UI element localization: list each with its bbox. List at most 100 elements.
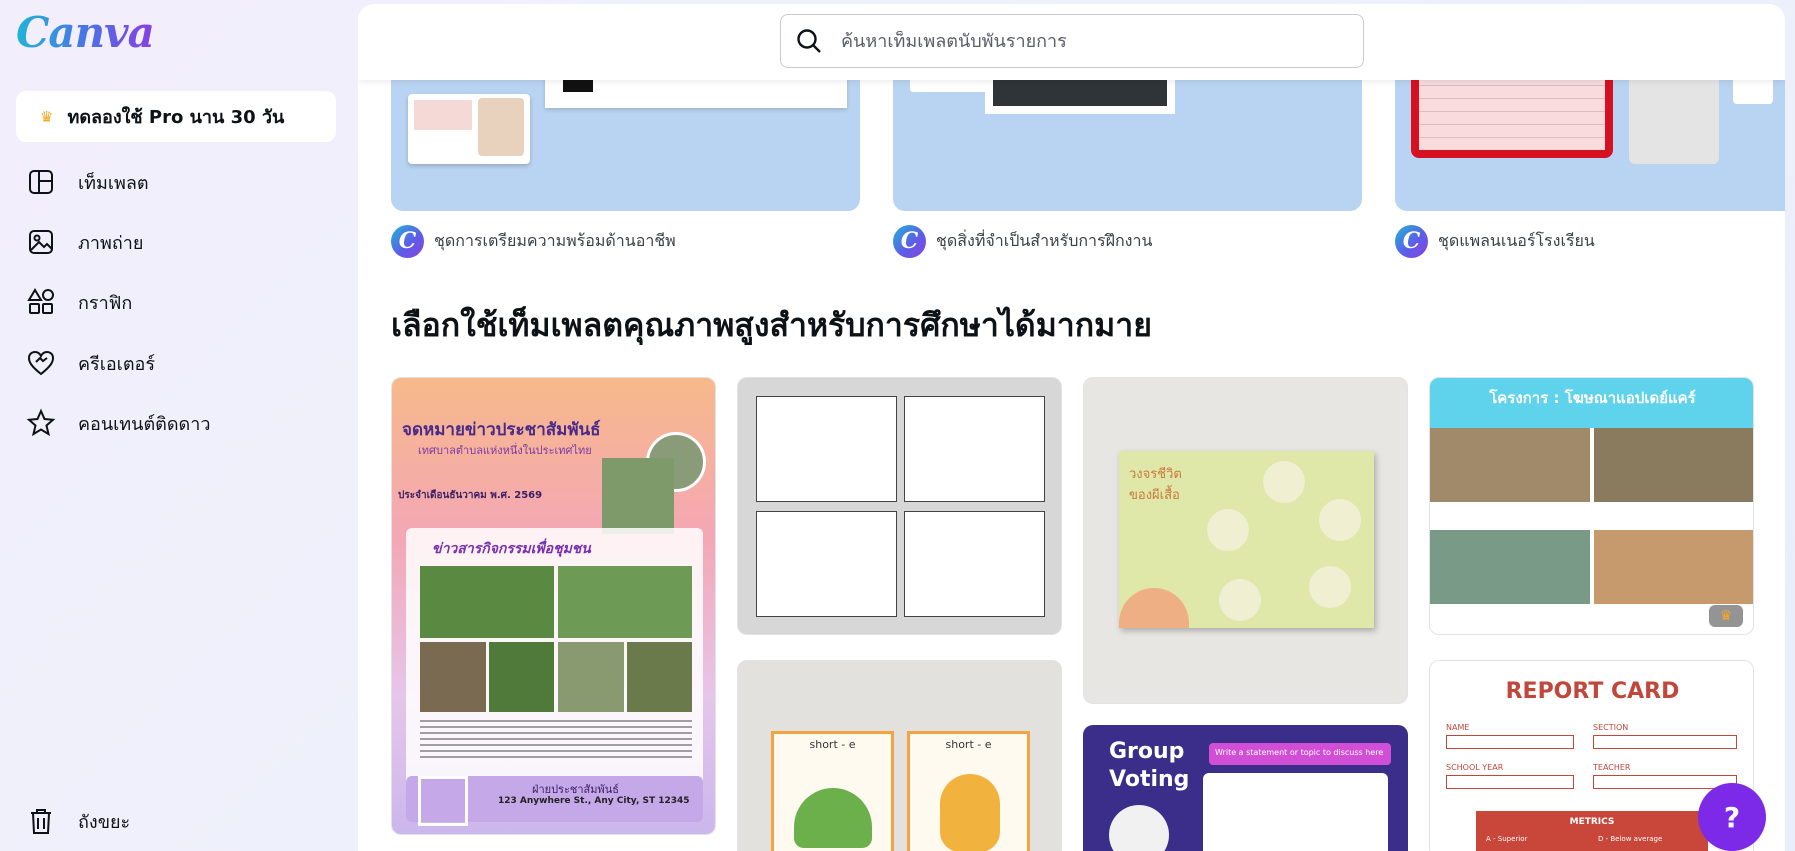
canva-logo[interactable]: Canva — [16, 8, 155, 57]
search-input[interactable] — [841, 30, 1321, 52]
newsletter-photo-5 — [558, 642, 624, 712]
newsletter-subtitle: เทศบาลตำบลแห่งหนึ่งในประเทศไทย — [418, 444, 592, 457]
project-photo-2 — [1594, 428, 1753, 502]
phonics-card-right: short - e — [907, 731, 1030, 851]
report-grade-a: A - Superior — [1486, 835, 1528, 843]
sidebar-item-starred[interactable]: คอนเทนต์ติดดาว — [26, 401, 326, 445]
phonics-label-right: short - e — [945, 738, 992, 751]
set-card-thumbnail-photo — [478, 98, 524, 156]
trial-pro-button[interactable]: ♛ ทดลองใช้ Pro นาน 30 วัน — [16, 91, 336, 142]
project-title: โครงการ : โฆษณาแอปเดย์แคร์ — [1489, 389, 1696, 407]
voting-prompt: Write a statement or topic to discuss he… — [1215, 748, 1384, 757]
newsletter-photo-4 — [489, 642, 554, 712]
newsletter-address: 123 Anywhere St., Any City, ST 12345 — [498, 796, 690, 806]
newsletter-heading: ข่าวสารกิจกรรมเพื่อชุมชน — [432, 541, 591, 557]
life-cycle-card: วงจรชีวิต ของผีเสื้อ — [1119, 451, 1374, 628]
canva-badge-icon: C — [391, 224, 424, 258]
sidebar-item-label: ครีเอเตอร์ — [78, 353, 155, 375]
project-photo-3 — [1430, 530, 1590, 604]
report-name-field — [1446, 735, 1574, 749]
set-card-thumbnail-text — [414, 100, 472, 130]
top-bar — [358, 4, 1785, 80]
template-newsletter[interactable]: จดหมายข่าวประชาสัมพันธ์ เทศบาลตำบลแห่งหน… — [391, 377, 716, 835]
star-icon — [26, 408, 56, 437]
report-teacher-label: TEACHER — [1593, 763, 1631, 772]
creator-heart-icon — [27, 350, 55, 376]
set-caption-label: ชุดแพลนเนอร์โรงเรียน — [1438, 230, 1595, 250]
set-card-planner[interactable] — [1395, 64, 1785, 211]
newsletter-photo-small — [602, 458, 674, 534]
search-icon — [797, 29, 821, 53]
voting-list — [1203, 773, 1388, 851]
sidebar-item-label: เท็มเพลต — [78, 172, 149, 194]
set-caption-internship[interactable]: C ชุดสิ่งที่จำเป็นสำหรับการฝึกงาน — [893, 224, 1152, 258]
template-project[interactable]: โครงการ : โฆษณาแอปเดย์แคร์ ♛ — [1429, 377, 1754, 635]
frame-box — [904, 396, 1045, 502]
template-frames[interactable] — [737, 377, 1062, 635]
template-icon — [29, 170, 53, 194]
sidebar-item-label: กราฟิก — [78, 292, 133, 314]
newsletter-photo-2 — [558, 566, 692, 638]
sidebar-item-label: คอนเทนต์ติดดาว — [78, 413, 211, 435]
newsletter-body-text — [420, 720, 692, 760]
report-name-label: NAME — [1446, 723, 1470, 732]
report-metrics-box: METRICS A - Superior D - Below average — [1476, 811, 1708, 851]
set-caption-label: ชุดสิ่งที่จำเป็นสำหรับการฝึกงาน — [936, 230, 1153, 250]
life-cycle-stage — [1207, 509, 1249, 551]
report-section-field — [1593, 735, 1737, 749]
newsletter-body: ข่าวสารกิจกรรมเพื่อชุมชน — [406, 528, 703, 790]
template-group-voting[interactable]: Group Voting Write a statement or topic … — [1083, 725, 1408, 851]
set-card-internship[interactable] — [893, 64, 1362, 211]
frame-box — [904, 511, 1045, 617]
canva-badge-icon: C — [893, 224, 926, 258]
sidebar-item-templates[interactable]: เท็มเพลต — [26, 160, 326, 204]
set-card-career[interactable] — [391, 64, 860, 211]
report-school-year-field — [1446, 775, 1574, 789]
template-life-cycle[interactable]: วงจรชีวิต ของผีเสื้อ — [1083, 377, 1408, 704]
premium-crown-icon: ♛ — [1709, 605, 1743, 627]
phonics-card-left: short - e — [771, 731, 894, 851]
report-school-year-label: SCHOOL YEAR — [1446, 763, 1504, 772]
frame-box — [756, 511, 897, 617]
project-header: โครงการ : โฆษณาแอปเดย์แคร์ — [1430, 378, 1753, 428]
astronaut-image — [1109, 805, 1169, 851]
set-caption-career[interactable]: C ชุดการเตรียมความพร้อมด้านอาชีพ — [391, 224, 676, 258]
voting-prompt-bar: Write a statement or topic to discuss he… — [1209, 743, 1391, 765]
section-title: เลือกใช้เท็มเพลตคุณภาพสูงสำหรับการศึกษาไ… — [391, 306, 1152, 344]
set-card-thumbnail — [408, 94, 530, 164]
sidebar-item-trash[interactable]: ถังขยะ — [26, 799, 326, 843]
life-cycle-stage — [1309, 566, 1351, 608]
newsletter-date: ประจำเดือนธันวาคม พ.ศ. 2569 — [398, 490, 543, 501]
newsletter-photo-1 — [420, 566, 554, 638]
set-caption-planner[interactable]: C ชุดแพลนเนอร์โรงเรียน — [1395, 224, 1595, 258]
voting-title-line2: Voting — [1109, 767, 1190, 792]
photo-icon — [29, 230, 53, 254]
life-cycle-stage — [1219, 579, 1261, 621]
sidebar-item-label: ถังขยะ — [78, 811, 131, 833]
trial-pro-label: ทดลองใช้ Pro นาน 30 วัน — [67, 107, 285, 128]
template-phonics[interactable]: short - e short - e — [737, 660, 1062, 851]
trash-icon — [31, 809, 51, 834]
set-caption-label: ชุดการเตรียมความพร้อมด้านอาชีพ — [434, 230, 676, 250]
phonics-image-left — [794, 788, 872, 848]
newsletter-title: จดหมายข่าวประชาสัมพันธ์ — [402, 420, 601, 440]
newsletter-qr-frame — [418, 776, 468, 826]
project-photo-4 — [1594, 530, 1753, 604]
sidebar-item-photos[interactable]: ภาพถ่าย — [26, 220, 326, 264]
sidebar: Canva ♛ ทดลองใช้ Pro นาน 30 วัน เท็มเพลต… — [0, 0, 350, 851]
frame-box — [756, 396, 897, 502]
sidebar-item-graphics[interactable]: กราฟิก — [26, 280, 326, 324]
sidebar-item-label: ภาพถ่าย — [78, 232, 144, 254]
phonics-image-right — [940, 774, 1000, 851]
sidebar-item-creators[interactable]: ครีเอเตอร์ — [26, 341, 326, 385]
canva-badge-icon: C — [1395, 224, 1428, 258]
search-bar[interactable] — [780, 14, 1364, 68]
graphics-icon — [27, 288, 54, 314]
help-button[interactable]: ? — [1698, 783, 1766, 851]
voting-title-line1: Group — [1109, 739, 1185, 764]
life-cycle-coral — [1119, 588, 1189, 628]
life-cycle-title: วงจรชีวิต ของผีเสื้อ — [1129, 467, 1182, 503]
newsletter-photo-6 — [627, 642, 692, 712]
report-section-label: SECTION — [1593, 723, 1629, 732]
report-metrics-label: METRICS — [1569, 817, 1615, 827]
